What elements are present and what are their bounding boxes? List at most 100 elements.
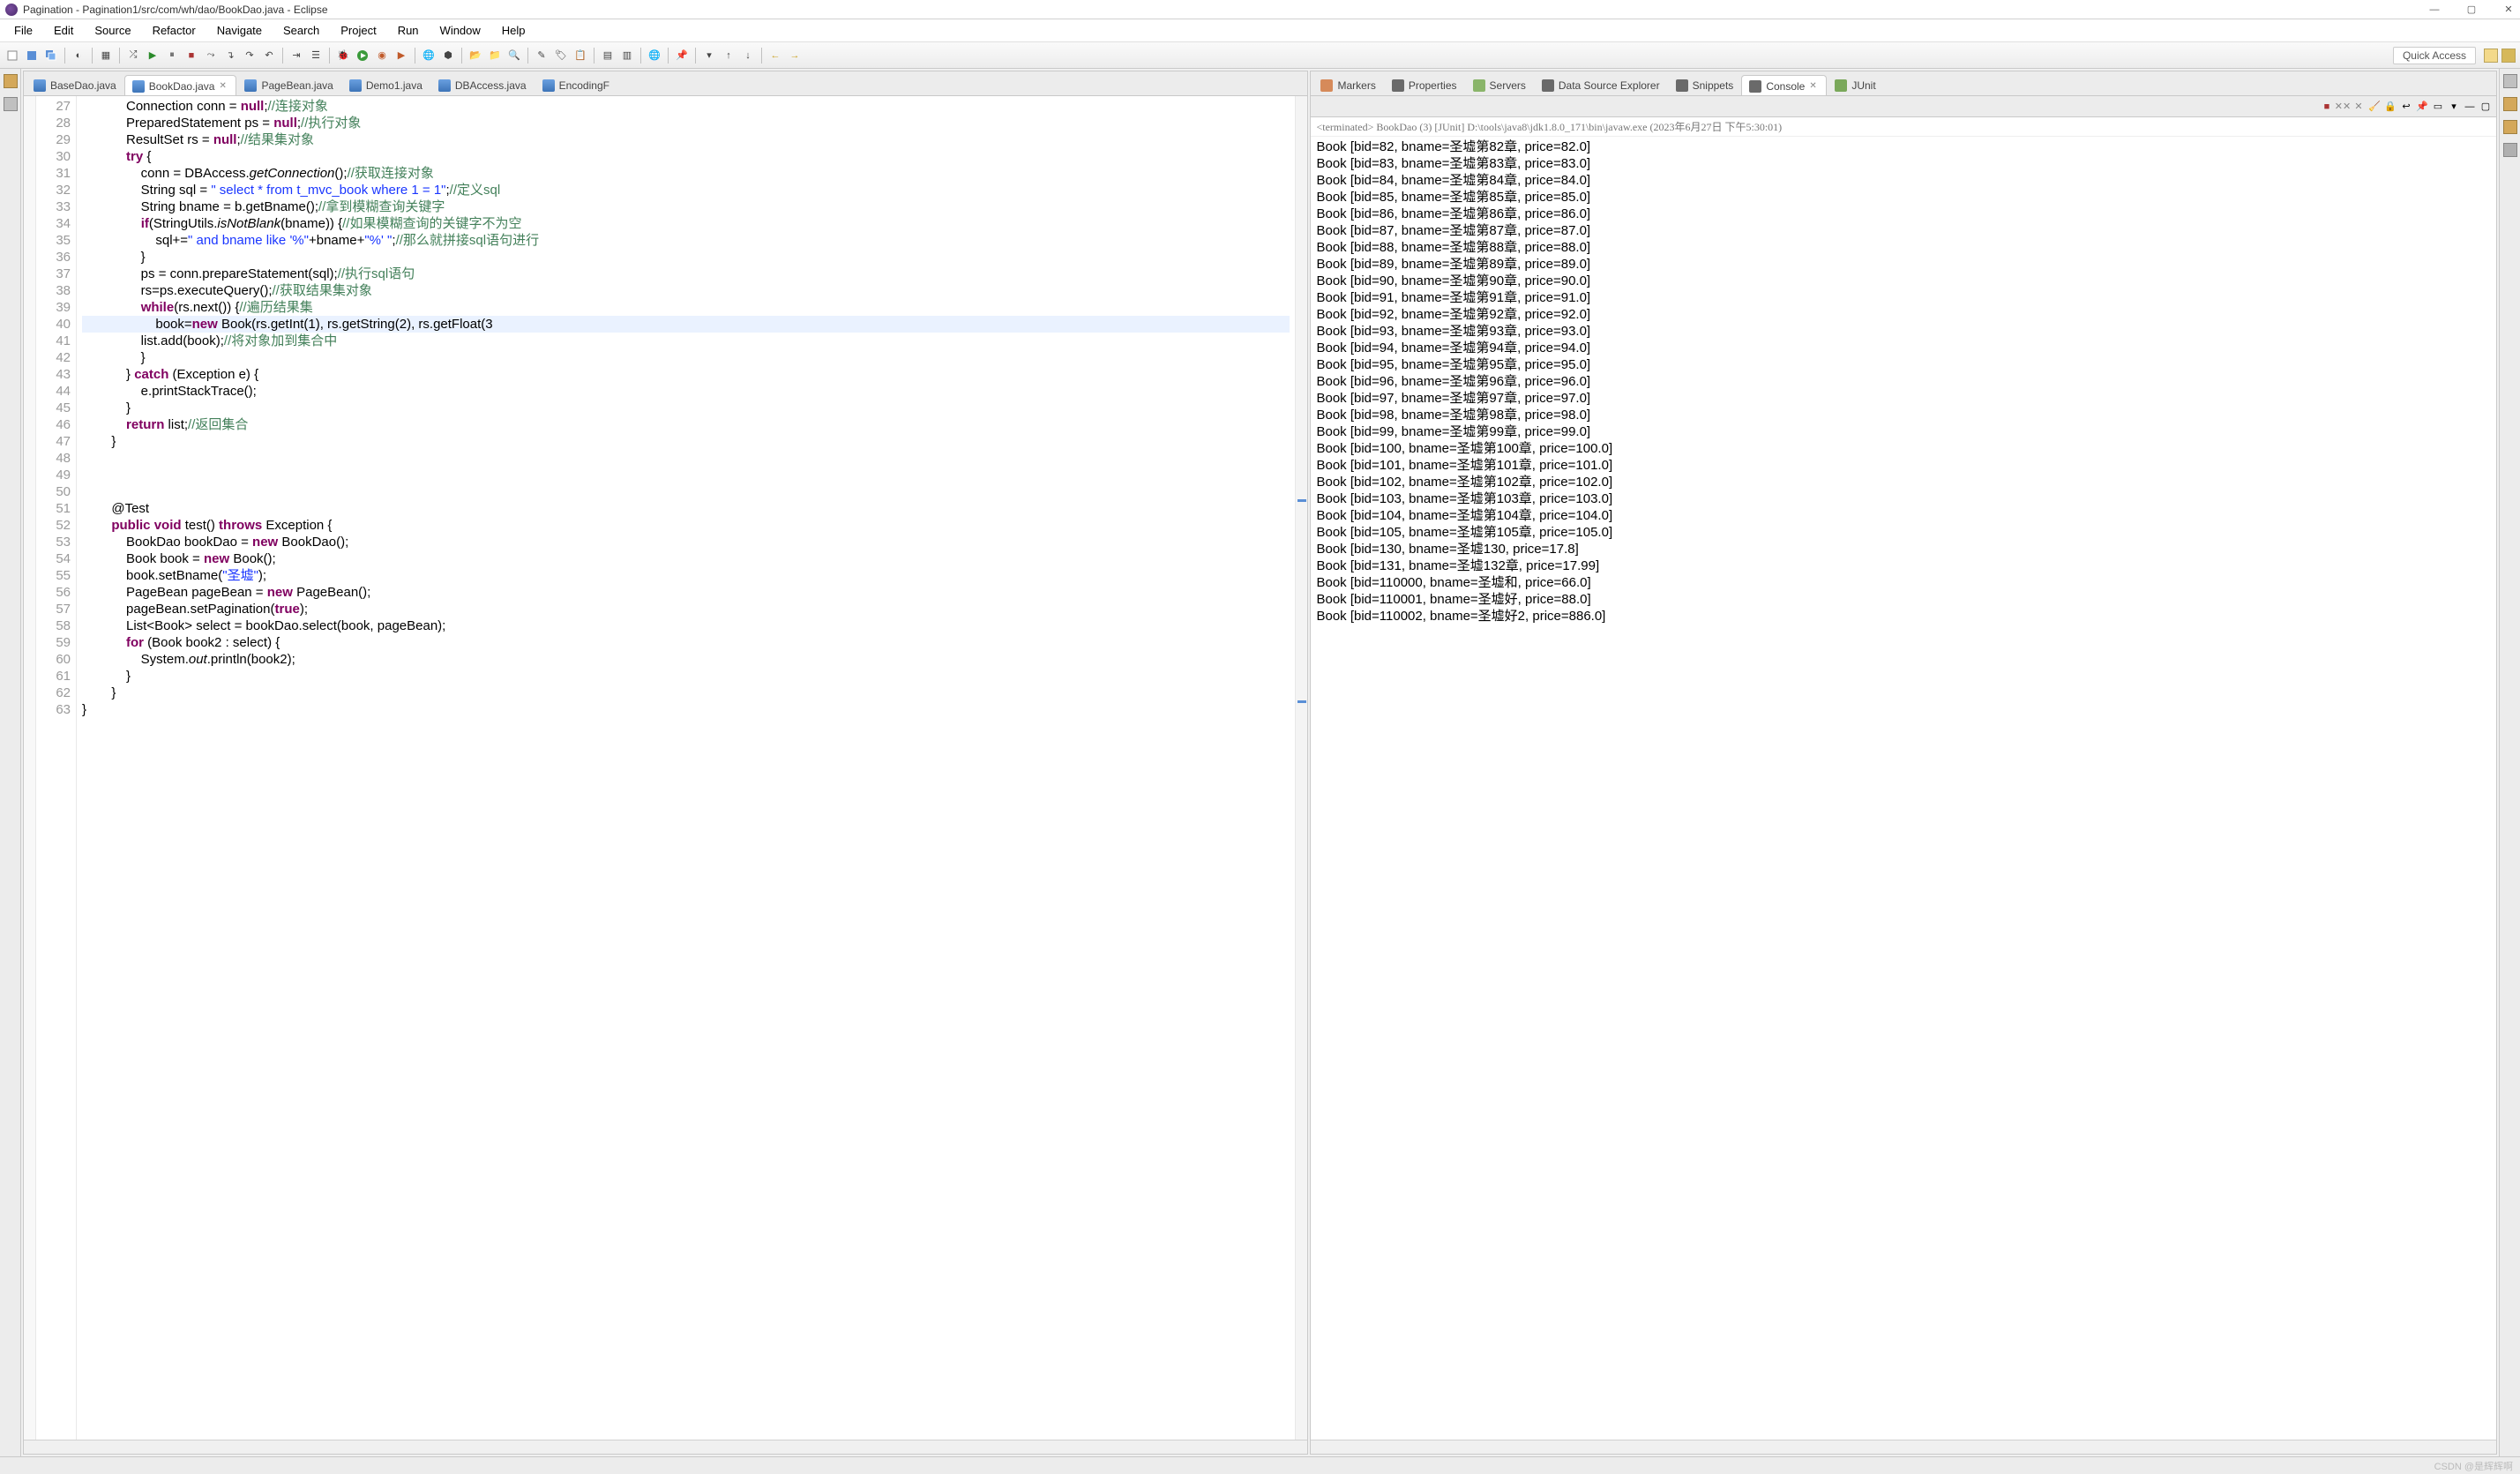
step-into-icon[interactable]: ↴ [221,47,239,64]
min-icon[interactable]: — [2463,100,2477,114]
code-line[interactable]: Connection conn = null;//连接对象 [82,98,1290,115]
code-line[interactable]: String bname = b.getBname();//拿到模糊查询关键字 [82,198,1290,215]
display-icon[interactable]: ▭ [2431,100,2445,114]
outline-icon[interactable] [2503,74,2517,88]
code-line[interactable]: Book book = new Book(); [82,550,1290,567]
code-line[interactable]: } [82,400,1290,416]
view-tab-properties[interactable]: Properties [1384,74,1465,95]
pause-icon[interactable]: ⏸ [163,47,181,64]
open-type-icon[interactable]: 📂 [467,47,484,64]
code-line[interactable]: try { [82,148,1290,165]
code-line[interactable] [82,467,1290,483]
new-server-icon[interactable]: 🌐 [420,47,437,64]
view-tab-data-source-explorer[interactable]: Data Source Explorer [1534,74,1668,95]
code-line[interactable]: ps = conn.prepareStatement(sql);//执行sql语… [82,266,1290,282]
perspective-java-icon[interactable] [2501,49,2516,63]
resume-icon[interactable]: ▶ [144,47,161,64]
pers-icon[interactable]: ▤ [599,47,617,64]
task-list-icon[interactable] [2503,97,2517,111]
view-tab-junit[interactable]: JUnit [1827,74,1883,95]
menu-window[interactable]: Window [431,21,490,40]
menu-search[interactable]: Search [274,21,328,40]
perspective-java-ee-icon[interactable] [2484,49,2498,63]
new-icon[interactable] [4,47,21,64]
scroll-lock-icon[interactable]: 🔒 [2383,100,2397,114]
code-line[interactable]: sql+=" and bname like '%"+bname+"%' ";//… [82,232,1290,249]
menu-run[interactable]: Run [389,21,428,40]
code-line[interactable]: String sql = " select * from t_mvc_book … [82,182,1290,198]
code-line[interactable]: book.setBname("圣墟"); [82,567,1290,584]
clear-icon[interactable]: 🧹 [2367,100,2382,114]
back-icon[interactable]: ← [766,47,784,64]
mark-icon[interactable]: 🏷 [552,47,570,64]
step-over-icon[interactable]: ↷ [241,47,258,64]
debug-icon[interactable]: 🐞 [334,47,352,64]
code-line[interactable]: } [82,349,1290,366]
build-icon[interactable]: ▦ [97,47,115,64]
code-area[interactable]: Connection conn = null;//连接对象 PreparedSt… [77,96,1295,1440]
code-line[interactable]: List<Book> select = bookDao.select(book,… [82,617,1290,634]
save-icon[interactable] [23,47,41,64]
search-icon[interactable]: 🔍 [505,47,523,64]
step-return-icon[interactable]: ↶ [260,47,278,64]
palette-icon[interactable] [2503,120,2517,134]
code-line[interactable]: if(StringUtils.isNotBlank(bname)) {//如果模… [82,215,1290,232]
new-servlet-icon[interactable]: ⬢ [439,47,457,64]
drop-icon[interactable]: ⇥ [288,47,305,64]
marker-strip[interactable] [24,96,36,1440]
close-button[interactable]: ✕ [2502,4,2515,16]
open-console-icon[interactable]: ▾ [2447,100,2461,114]
max-icon[interactable]: ▢ [2479,100,2493,114]
code-line[interactable]: while(rs.next()) {//遍历结果集 [82,299,1290,316]
navigator-icon[interactable] [4,97,18,111]
editor-tab-dbaccess-java[interactable]: DBAccess.java [430,74,535,95]
menu-help[interactable]: Help [493,21,535,40]
maximize-button[interactable]: ▢ [2465,4,2478,16]
code-line[interactable] [82,483,1290,500]
editor-hscroll[interactable] [24,1440,1307,1454]
web-icon[interactable]: 🌐 [646,47,663,64]
code-line[interactable]: list.add(book);//将对象加到集合中 [82,333,1290,349]
editor-tab-bookdao-java[interactable]: BookDao.java✕ [124,75,237,96]
console-hscroll[interactable] [1311,1440,2496,1454]
coverage-icon[interactable]: ◉ [373,47,391,64]
skip-icon[interactable]: ⤮ [124,47,142,64]
console-output[interactable]: Book [bid=82, bname=圣墟第82章, price=82.0]B… [1311,137,2496,1440]
task-icon[interactable]: 📋 [572,47,589,64]
ext-tools-icon[interactable]: ▶ [393,47,410,64]
editor-tab-demo1-java[interactable]: Demo1.java [341,74,430,95]
next-icon[interactable]: ↓ [739,47,757,64]
code-line[interactable]: book=new Book(rs.getInt(1), rs.getString… [82,316,1290,333]
minimize-button[interactable]: — [2428,4,2441,16]
pers2-icon[interactable]: ▥ [618,47,636,64]
prev-icon[interactable]: ↑ [720,47,737,64]
code-line[interactable]: PreparedStatement ps = null;//执行对象 [82,115,1290,131]
disconnect-icon[interactable]: ⤳ [202,47,220,64]
view-tab-servers[interactable]: Servers [1465,74,1534,95]
toggle-icon[interactable]: ◐ [70,47,87,64]
code-line[interactable]: for (Book book2 : select) { [82,634,1290,651]
close-tab-icon[interactable]: ✕ [1809,81,1819,91]
code-line[interactable]: } [82,685,1290,701]
view-tab-console[interactable]: Console✕ [1741,75,1827,96]
other-view-icon[interactable] [2503,143,2517,157]
overview-ruler[interactable] [1295,96,1307,1440]
code-line[interactable]: System.out.println(book2); [82,651,1290,668]
code-line[interactable]: pageBean.setPagination(true); [82,601,1290,617]
code-line[interactable]: BookDao bookDao = new BookDao(); [82,534,1290,550]
view-tab-snippets[interactable]: Snippets [1668,74,1742,95]
stop-icon[interactable]: ■ [183,47,200,64]
editor-tab-encodingf[interactable]: EncodingF [535,74,617,95]
terminate-icon[interactable]: ■ [2320,100,2334,114]
code-line[interactable]: public void test() throws Exception { [82,517,1290,534]
code-line[interactable]: conn = DBAccess.getConnection();//获取连接对象 [82,165,1290,182]
wrap-icon[interactable]: ↩ [2399,100,2413,114]
code-line[interactable]: rs=ps.executeQuery();//获取结果集对象 [82,282,1290,299]
pin-console-icon[interactable]: 📌 [2415,100,2429,114]
nav-dd-icon[interactable]: ▾ [700,47,718,64]
save-all-icon[interactable] [42,47,60,64]
forward-icon[interactable]: → [786,47,804,64]
code-line[interactable]: return list;//返回集合 [82,416,1290,433]
pin-icon[interactable]: 📌 [673,47,691,64]
code-line[interactable]: e.printStackTrace(); [82,383,1290,400]
